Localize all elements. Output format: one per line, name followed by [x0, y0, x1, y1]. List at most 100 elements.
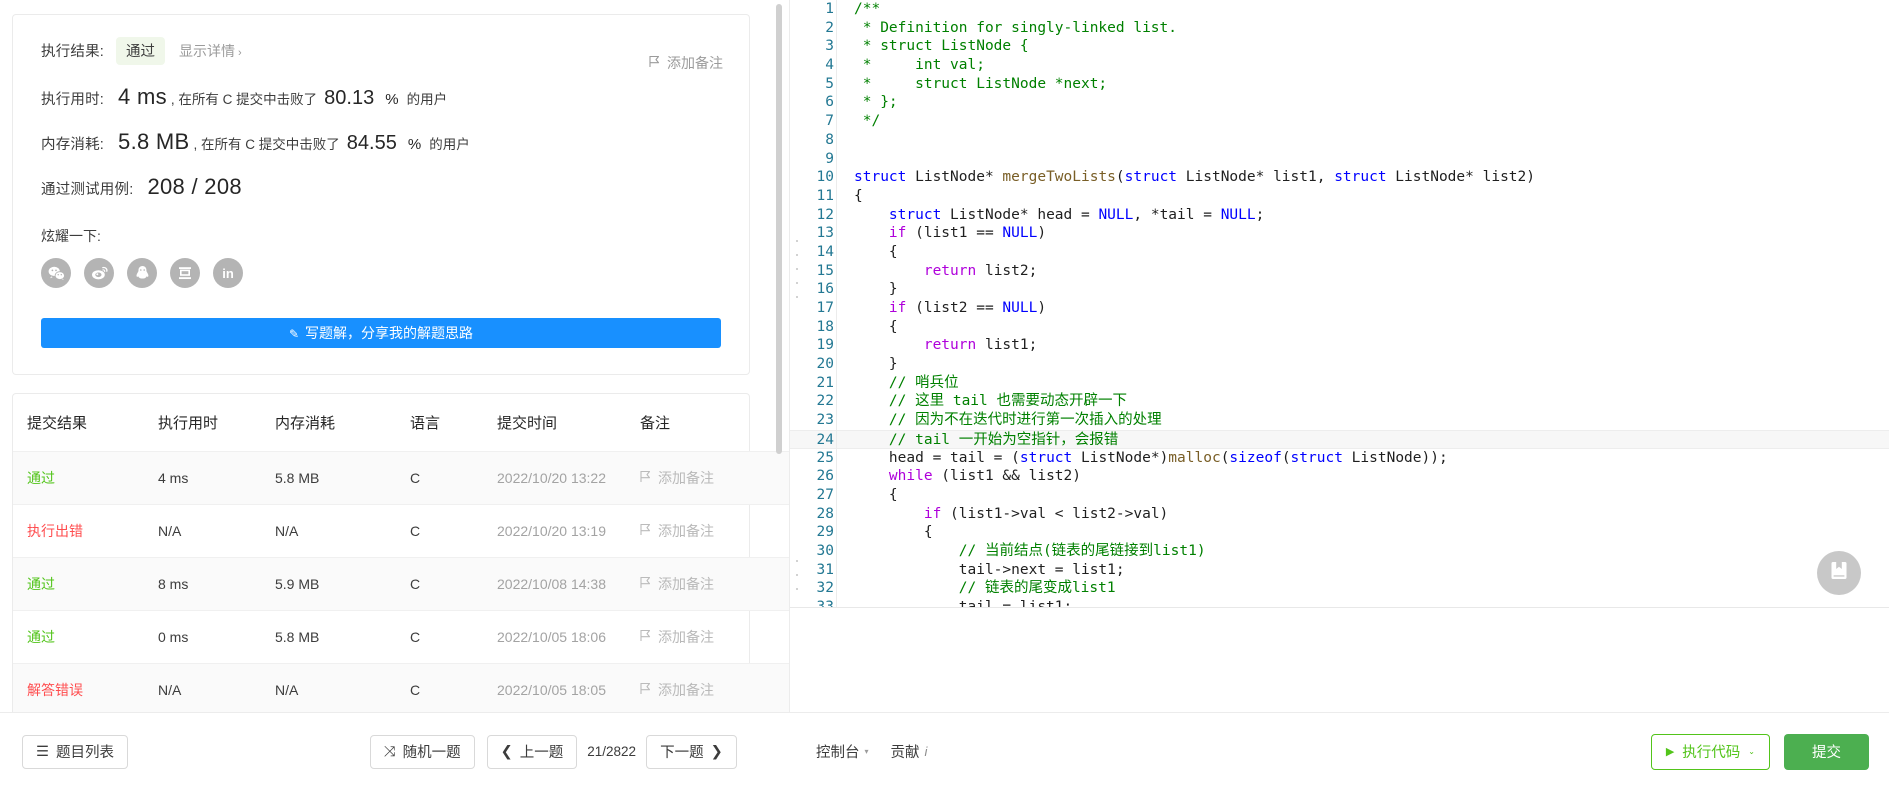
random-problem-button[interactable]: ⤨ 随机一题: [370, 734, 475, 769]
add-note-button[interactable]: 添加备注: [640, 680, 790, 700]
memory-beat-text: , 在所有 C 提交中击败了: [193, 137, 340, 152]
runtime-beat-text: , 在所有 C 提交中击败了: [170, 92, 318, 107]
console-dropdown[interactable]: 控制台 ▾: [816, 741, 869, 762]
cell-runtime: 4 ms: [158, 451, 275, 505]
next-problem-button[interactable]: 下一题 ❯: [646, 734, 737, 769]
code-line[interactable]: 17 if (list2 == NULL): [790, 299, 1889, 318]
contribute-link[interactable]: 贡献 i: [891, 741, 928, 762]
code-line[interactable]: 21 // 哨兵位: [790, 374, 1889, 393]
code-line[interactable]: 3 * struct ListNode {: [790, 37, 1889, 56]
add-note-button[interactable]: 添加备注: [640, 574, 790, 594]
show-detail-link[interactable]: 显示详情 ›: [179, 41, 242, 61]
code-line[interactable]: 1/**: [790, 0, 1889, 19]
run-code-button[interactable]: ▶ 执行代码 ⌄: [1650, 733, 1770, 770]
submission-status-link[interactable]: 解答错误: [27, 682, 83, 698]
code-text: if (list2 == NULL): [888, 300, 1047, 316]
table-row[interactable]: 通过 0 ms 5.8 MB C 2022/10/05 18:06 添加备注: [13, 610, 790, 664]
add-note-label: 添加备注: [658, 682, 714, 698]
code-line[interactable]: 25 head = tail = (struct ListNode*)mallo…: [790, 449, 1889, 468]
execution-result-card: 添加备注 执行结果: 通过 显示详情 › 执行用时: 4 ms , 在所有 C 提…: [12, 14, 750, 375]
code-line[interactable]: 10 struct ListNode* mergeTwoLists(struct …: [790, 168, 1889, 187]
status-badge: 通过: [116, 37, 166, 65]
submission-status-link[interactable]: 执行出错: [27, 523, 83, 539]
submissions-table-card: 提交结果 执行用时 内存消耗 语言 提交时间 备注 通过 4 ms 5.8 MB C 2…: [12, 393, 790, 712]
code-line[interactable]: 6 * };: [790, 93, 1889, 112]
code-line[interactable]: 13 if (list1 == NULL): [790, 224, 1889, 243]
code-text: while (list1 && list2): [888, 468, 1081, 485]
code-text: /**: [854, 1, 881, 17]
wechat-icon[interactable]: [41, 258, 71, 288]
code-line[interactable]: 30 // 当前结点(链表的尾链接到list1): [790, 542, 1889, 561]
code-line[interactable]: 27 {: [790, 486, 1889, 505]
code-line[interactable]: 20 }: [790, 355, 1889, 374]
code-line[interactable]: 7 */: [790, 112, 1889, 131]
contribute-label: 贡献: [890, 745, 920, 761]
fold-dot: [796, 282, 798, 284]
cell-language: C: [410, 504, 497, 558]
table-row[interactable]: 通过 8 ms 5.9 MB C 2022/10/08 14:38 添加备注: [13, 557, 790, 611]
write-solution-button[interactable]: ✎ 写题解，分享我的解题思路: [41, 318, 721, 348]
memory-percent-sign: %: [407, 136, 422, 153]
results-scroll-area: 添加备注 执行结果: 通过 显示详情 › 执行用时: 4 ms , 在所有 C 提…: [0, 0, 790, 712]
add-note-button-top[interactable]: 添加备注: [649, 53, 723, 73]
code-line[interactable]: 14 {: [790, 243, 1889, 262]
code-text: return list1;: [923, 337, 1038, 354]
table-row[interactable]: 解答错误 N/A N/A C 2022/10/05 18:05 添加备注: [13, 663, 790, 712]
submission-status-link[interactable]: 通过: [27, 576, 55, 592]
notebook-icon-button[interactable]: [1817, 551, 1861, 595]
code-line[interactable]: 24 // tail 一开始为空指针，会报错: [790, 429, 1889, 449]
code-line[interactable]: 11{: [790, 187, 1889, 206]
pencil-icon: ✎: [288, 327, 300, 341]
fold-dot: [796, 296, 798, 298]
add-note-button[interactable]: 添加备注: [640, 468, 790, 488]
submission-status-link[interactable]: 通过: [27, 470, 55, 486]
bottom-toolbar-center-right: 控制台 ▾ 贡献 i: [816, 741, 927, 762]
douban-icon[interactable]: [170, 258, 200, 288]
code-line[interactable]: 31 tail->next = list1;: [790, 561, 1889, 580]
bottom-toolbar-nav: ⤨ 随机一题 ❮ 上一题 21/2822 下一题 ❯: [370, 734, 737, 769]
code-line[interactable]: 22 // 这里 tail 也需要动态开辟一下: [790, 392, 1889, 411]
left-pane-scrollbar[interactable]: [776, 4, 782, 454]
code-line[interactable]: 4 * int val;: [790, 56, 1889, 75]
add-note-button[interactable]: 添加备注: [640, 521, 790, 541]
submission-status-link[interactable]: 通过: [27, 629, 55, 645]
qq-icon[interactable]: [127, 258, 157, 288]
code-line[interactable]: 12 struct ListNode* head = NULL, *tail =…: [790, 206, 1889, 225]
code-line[interactable]: 9: [790, 150, 1889, 169]
code-text: * Definition for singly-linked list.: [854, 19, 1178, 36]
code-line[interactable]: 8: [790, 131, 1889, 150]
code-line[interactable]: 5 * struct ListNode *next;: [790, 75, 1889, 94]
code-line[interactable]: 19 return list1;: [790, 336, 1889, 355]
weibo-icon[interactable]: [84, 258, 114, 288]
code-text: * int val;: [854, 57, 985, 74]
submissions-table: 提交结果 执行用时 内存消耗 语言 提交时间 备注 通过 4 ms 5.8 MB C 2…: [13, 394, 790, 712]
code-line[interactable]: 26 while (list1 && list2): [790, 467, 1889, 486]
chevron-right-icon: ❯: [710, 743, 723, 760]
cell-memory: 5.9 MB: [275, 557, 410, 611]
code-line[interactable]: 23 // 因为不在迭代时进行第一次插入的处理: [790, 411, 1889, 430]
table-row[interactable]: 通过 4 ms 5.8 MB C 2022/10/20 13:22 添加备注: [13, 451, 790, 505]
fold-dot: [796, 268, 798, 270]
info-icon: i: [924, 744, 928, 759]
code-line[interactable]: 15 return list2;: [790, 262, 1889, 281]
linkedin-icon[interactable]: in: [213, 258, 243, 288]
code-line[interactable]: 2 * Definition for singly-linked list.: [790, 19, 1889, 38]
code-editor[interactable]: 1/** 2 * Definition for singly-linked lis…: [790, 0, 1889, 608]
code-text: {: [854, 187, 863, 204]
problem-list-button[interactable]: ☰ 题目列表: [22, 734, 128, 769]
testcases-value: 208 / 208: [147, 174, 242, 199]
code-line[interactable]: 18 {: [790, 318, 1889, 337]
prev-problem-button[interactable]: ❮ 上一题: [486, 734, 578, 769]
submit-button[interactable]: 提交: [1784, 733, 1869, 770]
show-detail-label: 显示详情: [179, 43, 236, 59]
bottom-toolbar: ☰ 题目列表 ⤨ 随机一题 ❮ 上一题 21/2822 下一题 ❯ 控制台 ▾ …: [0, 712, 1889, 790]
code-line[interactable]: 29 {: [790, 523, 1889, 542]
code-line[interactable]: 28 if (list1->val < list2->val): [790, 505, 1889, 524]
testcases-row: 通过测试用例: 208 / 208: [41, 174, 721, 200]
code-line[interactable]: 32 // 链表的尾变成list1: [790, 579, 1889, 598]
col-header-note: 备注: [640, 394, 790, 452]
table-row[interactable]: 执行出错 N/A N/A C 2022/10/20 13:19 添加备注: [13, 504, 790, 558]
add-note-button[interactable]: 添加备注: [640, 627, 790, 647]
code-line[interactable]: 16 }: [790, 280, 1889, 299]
